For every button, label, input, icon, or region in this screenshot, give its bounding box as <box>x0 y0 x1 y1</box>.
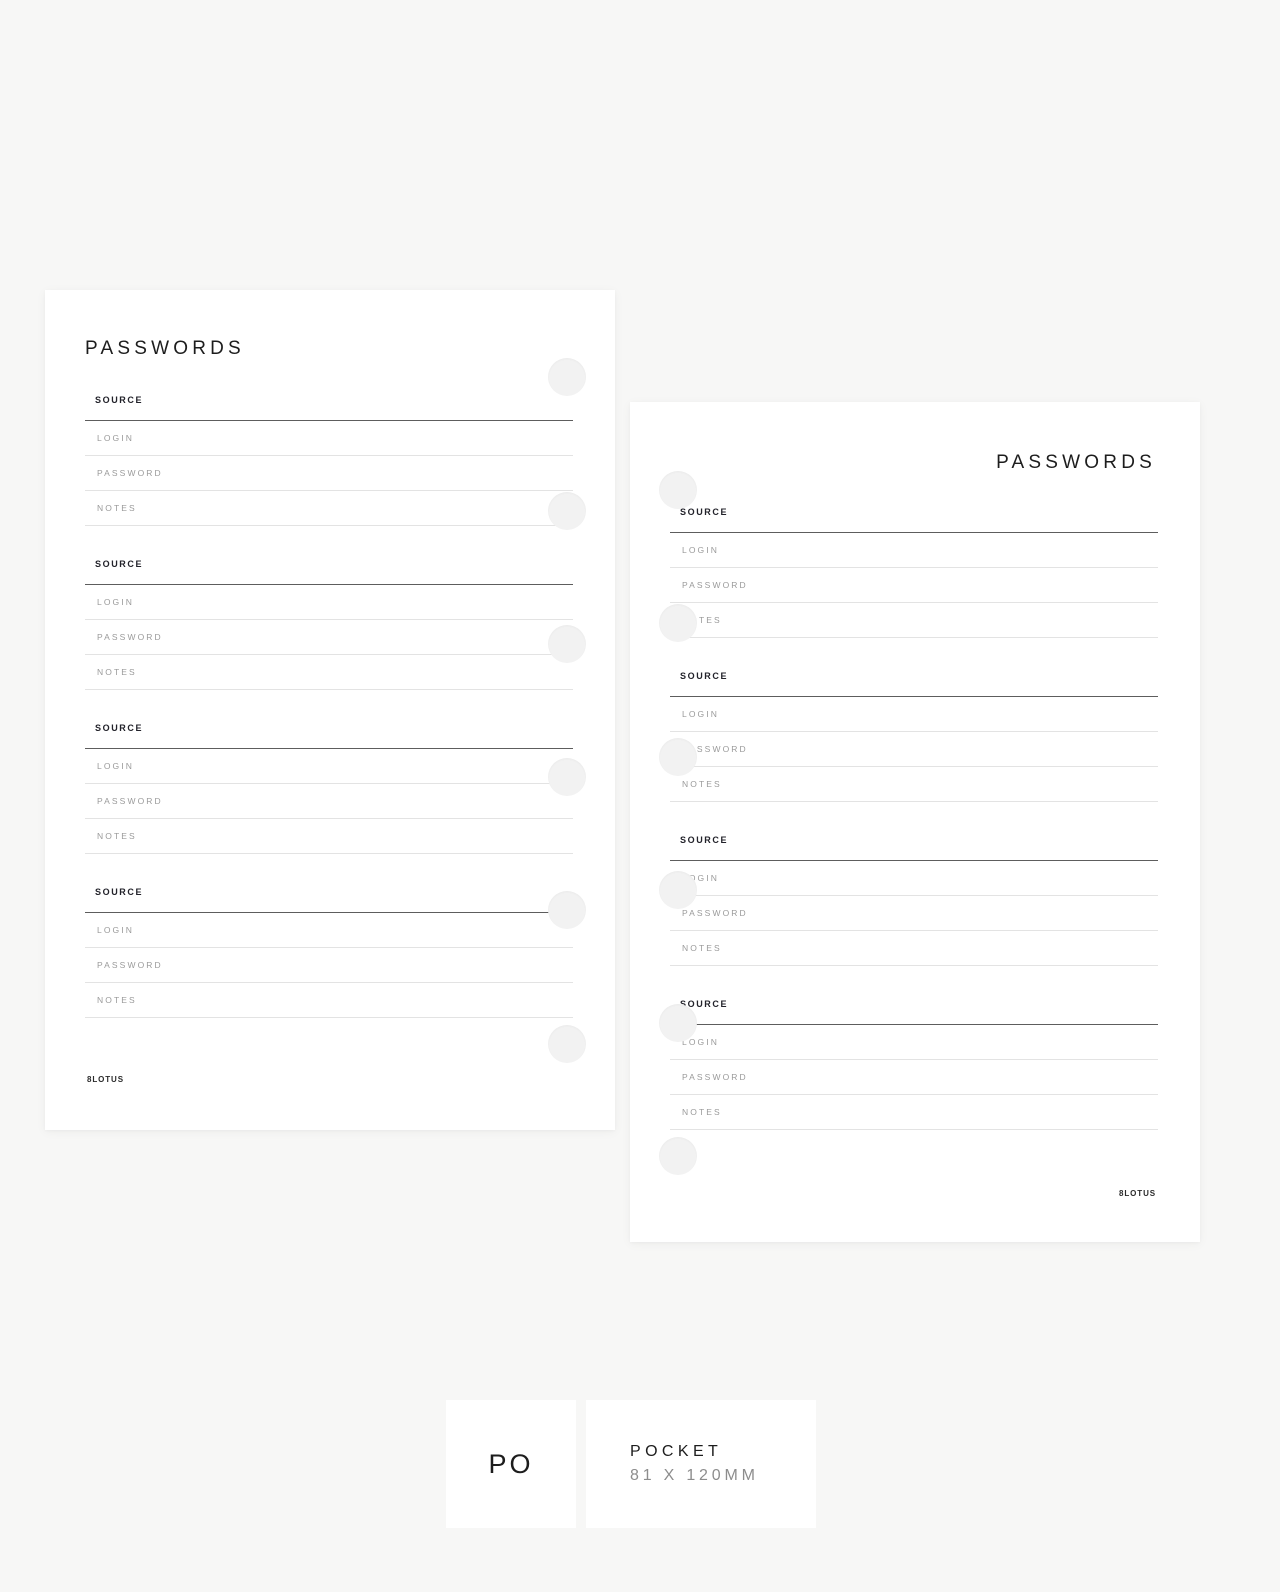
notes-field[interactable]: NOTES <box>85 983 573 1018</box>
ring-hole <box>548 358 586 396</box>
password-label: PASSWORD <box>682 1071 748 1082</box>
ring-hole <box>548 625 586 663</box>
page-left-content: PASSWORDS SOURCE LOGIN PASSWORD NOTES SO <box>45 290 615 1130</box>
login-field[interactable]: LOGIN <box>670 1025 1158 1060</box>
source-field[interactable]: SOURCE <box>670 830 1158 861</box>
password-entry-list: SOURCE LOGIN PASSWORD NOTES SOURCE LOGIN <box>670 502 1158 1130</box>
password-entry-list: SOURCE LOGIN PASSWORD NOTES SOURCE LOGIN <box>85 390 573 1018</box>
password-entry: SOURCE LOGIN PASSWORD NOTES <box>670 994 1158 1130</box>
source-label: SOURCE <box>95 887 144 897</box>
password-label: PASSWORD <box>97 795 163 806</box>
notes-field[interactable]: NOTES <box>670 931 1158 966</box>
login-field[interactable]: LOGIN <box>670 697 1158 732</box>
page-title: PASSWORDS <box>996 452 1156 473</box>
password-label: PASSWORD <box>97 959 163 970</box>
login-field[interactable]: LOGIN <box>85 749 573 784</box>
ring-hole <box>548 492 586 530</box>
login-label: LOGIN <box>97 760 134 771</box>
source-field[interactable]: SOURCE <box>85 882 573 913</box>
source-label: SOURCE <box>95 559 144 569</box>
ring-hole <box>659 1004 697 1042</box>
password-field[interactable]: PASSWORD <box>85 620 573 655</box>
source-field[interactable]: SOURCE <box>670 502 1158 533</box>
source-label: SOURCE <box>680 835 729 845</box>
password-label: PASSWORD <box>97 631 163 642</box>
brand-footer: 8LOTUS <box>1119 1189 1156 1198</box>
login-label: LOGIN <box>682 708 719 719</box>
source-field[interactable]: SOURCE <box>670 994 1158 1025</box>
login-field[interactable]: LOGIN <box>670 533 1158 568</box>
password-entry: SOURCE LOGIN PASSWORD NOTES <box>670 666 1158 802</box>
notes-label: NOTES <box>682 1106 722 1117</box>
size-name-text: POCKET <box>630 1443 723 1460</box>
login-label: LOGIN <box>682 544 719 555</box>
password-label: PASSWORD <box>97 467 163 478</box>
password-entry: SOURCE LOGIN PASSWORD NOTES <box>85 390 573 526</box>
ring-hole <box>548 1025 586 1063</box>
password-entry: SOURCE LOGIN PASSWORD NOTES <box>670 502 1158 638</box>
login-field[interactable]: LOGIN <box>670 861 1158 896</box>
login-field[interactable]: LOGIN <box>85 913 573 948</box>
login-field[interactable]: LOGIN <box>85 421 573 456</box>
source-label: SOURCE <box>680 507 729 517</box>
size-info-panel: POCKET 81 X 120MM <box>586 1400 816 1528</box>
ring-hole <box>659 738 697 776</box>
password-label: PASSWORD <box>682 907 748 918</box>
ring-hole <box>659 471 697 509</box>
planner-page-right: PASSWORDS SOURCE LOGIN PASSWORD NOTES SO <box>630 402 1200 1242</box>
notes-label: NOTES <box>682 778 722 789</box>
brand-footer: 8LOTUS <box>87 1075 124 1084</box>
notes-label: NOTES <box>97 666 137 677</box>
size-dimensions-text: 81 X 120MM <box>630 1467 759 1484</box>
password-field[interactable]: PASSWORD <box>85 456 573 491</box>
source-field[interactable]: SOURCE <box>85 390 573 421</box>
password-field[interactable]: PASSWORD <box>85 948 573 983</box>
notes-label: NOTES <box>97 994 137 1005</box>
password-entry: SOURCE LOGIN PASSWORD NOTES <box>85 554 573 690</box>
notes-label: NOTES <box>97 502 137 513</box>
login-label: LOGIN <box>97 924 134 935</box>
password-field[interactable]: PASSWORD <box>670 732 1158 767</box>
login-label: LOGIN <box>97 432 134 443</box>
password-entry: SOURCE LOGIN PASSWORD NOTES <box>670 830 1158 966</box>
source-label: SOURCE <box>95 723 144 733</box>
password-entry: SOURCE LOGIN PASSWORD NOTES <box>85 882 573 1018</box>
source-label: SOURCE <box>680 671 729 681</box>
notes-field[interactable]: NOTES <box>670 767 1158 802</box>
notes-label: NOTES <box>682 942 722 953</box>
ring-hole <box>659 1137 697 1175</box>
notes-field[interactable]: NOTES <box>85 819 573 854</box>
page-title: PASSWORDS <box>85 338 245 359</box>
source-field[interactable]: SOURCE <box>85 718 573 749</box>
ring-hole <box>548 891 586 929</box>
notes-field[interactable]: NOTES <box>670 603 1158 638</box>
login-label: LOGIN <box>97 596 134 607</box>
password-field[interactable]: PASSWORD <box>670 1060 1158 1095</box>
login-field[interactable]: LOGIN <box>85 585 573 620</box>
password-entry: SOURCE LOGIN PASSWORD NOTES <box>85 718 573 854</box>
source-field[interactable]: SOURCE <box>85 554 573 585</box>
ring-hole <box>659 871 697 909</box>
page-right-content: PASSWORDS SOURCE LOGIN PASSWORD NOTES SO <box>630 402 1200 1242</box>
password-label: PASSWORD <box>682 579 748 590</box>
password-field[interactable]: PASSWORD <box>85 784 573 819</box>
size-label-bar: PO POCKET 81 X 120MM <box>446 1400 816 1528</box>
password-field[interactable]: PASSWORD <box>670 896 1158 931</box>
size-code-text: PO <box>488 1448 534 1479</box>
password-field[interactable]: PASSWORD <box>670 568 1158 603</box>
notes-field[interactable]: NOTES <box>670 1095 1158 1130</box>
ring-hole <box>659 604 697 642</box>
source-field[interactable]: SOURCE <box>670 666 1158 697</box>
planner-page-left: PASSWORDS SOURCE LOGIN PASSWORD NOTES SO <box>45 290 615 1130</box>
notes-field[interactable]: NOTES <box>85 655 573 690</box>
source-label: SOURCE <box>95 395 144 405</box>
notes-label: NOTES <box>97 830 137 841</box>
notes-field[interactable]: NOTES <box>85 491 573 526</box>
ring-hole <box>548 758 586 796</box>
size-code-panel: PO <box>446 1400 576 1528</box>
